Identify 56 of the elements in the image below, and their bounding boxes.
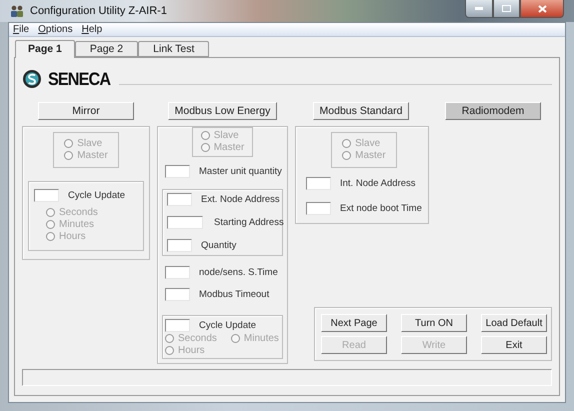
people-icon: [10, 4, 24, 18]
radio-label: Slave: [214, 130, 239, 141]
radio-label: Master: [214, 142, 244, 153]
action-button[interactable]: Next Page: [321, 314, 387, 332]
field-label: Ext node boot Time: [340, 203, 422, 214]
field-label: Starting Address: [214, 217, 284, 228]
field-label: Cycle Update: [68, 190, 126, 201]
mode-button[interactable]: Radiomodem: [445, 102, 541, 120]
radio-label: Slave: [77, 138, 102, 149]
text-field[interactable]: [165, 319, 190, 332]
text-field[interactable]: [167, 239, 192, 252]
mode-button[interactable]: Mirror: [38, 102, 134, 120]
tab[interactable]: Page 1: [15, 40, 75, 58]
field-label: Master unit quantity: [199, 166, 282, 177]
radio-label: Master: [355, 150, 386, 161]
text-field[interactable]: [165, 288, 190, 301]
radio-label: Hours: [178, 345, 205, 356]
field-label: Int. Node Address: [340, 178, 416, 189]
minimize-button[interactable]: [465, 0, 493, 18]
mode-button[interactable]: Modbus Standard: [312, 102, 410, 120]
action-button[interactable]: Turn ON: [401, 314, 467, 332]
menu-item[interactable]: File: [13, 24, 30, 35]
field-label: Ext. Node Address: [201, 194, 280, 205]
field-label: Modbus Timeout: [199, 289, 270, 300]
tab[interactable]: Page 2: [74, 41, 138, 57]
tab[interactable]: Link Test: [138, 41, 210, 57]
menu-item[interactable]: Options: [38, 24, 73, 35]
close-icon: [538, 4, 546, 12]
field-label: Cycle Update: [199, 320, 256, 331]
text-field[interactable]: [167, 216, 203, 229]
action-button[interactable]: Exit: [481, 336, 547, 354]
maximize-button[interactable]: [493, 0, 520, 18]
radio-label: Master: [77, 150, 108, 161]
radio-label: Hours: [59, 231, 86, 242]
text-field[interactable]: [306, 202, 331, 215]
maximize-icon: [502, 5, 511, 12]
action-button[interactable]: Load Default: [481, 314, 547, 332]
radio-label: Minutes: [244, 333, 279, 344]
logo-text: SENECA: [48, 68, 110, 90]
radio-label: Seconds: [59, 207, 98, 218]
window-title: Configuration Utility Z-AIR-1: [30, 5, 168, 17]
logo-icon: [22, 69, 42, 89]
text-field[interactable]: [165, 165, 190, 178]
text-field[interactable]: [165, 266, 190, 279]
radio-label: Slave: [355, 138, 380, 149]
radio-label: Minutes: [59, 219, 94, 230]
close-button[interactable]: [520, 0, 564, 18]
mode-button[interactable]: Modbus Low Energy: [168, 102, 278, 120]
menu-item[interactable]: Help: [82, 24, 102, 35]
text-field[interactable]: [34, 189, 59, 202]
radio-label: Seconds: [178, 333, 217, 344]
minimize-icon: [475, 7, 483, 10]
text-field[interactable]: [167, 193, 192, 206]
field-label: node/sens. S.Time: [199, 267, 278, 278]
text-field[interactable]: [306, 177, 331, 190]
field-label: Quantity: [201, 240, 236, 251]
